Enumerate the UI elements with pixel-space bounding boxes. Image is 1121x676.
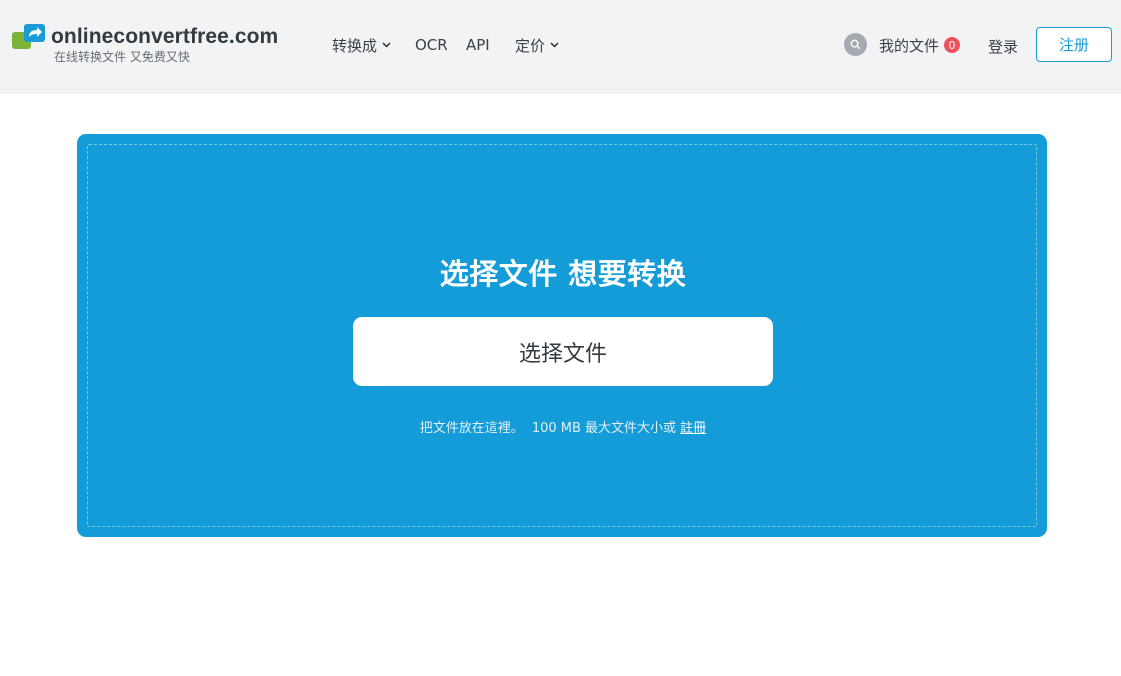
search-button[interactable]: [844, 33, 867, 56]
logo-convert-arrows-icon: [12, 24, 45, 49]
nav-convert-to[interactable]: 转换成: [332, 34, 391, 56]
nav-pricing-label: 定价: [515, 36, 546, 55]
my-files-label: 我的文件: [879, 36, 940, 55]
my-files-link[interactable]: 我的文件 0: [879, 34, 961, 56]
site-logo[interactable]: onlineconvertfree.com 在线转换文件 又免费又快: [12, 24, 302, 68]
my-files-count-badge: 0: [944, 37, 961, 53]
nav-pricing[interactable]: 定价: [515, 34, 559, 56]
file-drop-zone[interactable]: 选择文件 想要转换 选择文件 把文件放在這裡。 100 MB 最大文件大小或 註冊: [77, 134, 1047, 537]
login-link[interactable]: 登录: [988, 35, 1018, 57]
nav-convert-to-label: 转换成: [332, 36, 378, 55]
register-button[interactable]: 注册: [1036, 27, 1112, 62]
hint-drop-text: 把文件放在這裡。: [419, 421, 524, 436]
chevron-down-icon: [382, 42, 391, 48]
search-icon: [850, 39, 861, 50]
hint-register-link[interactable]: 註冊: [680, 421, 706, 436]
nav-api-label: API: [466, 36, 490, 54]
chevron-down-icon: [550, 42, 559, 48]
choose-file-button[interactable]: 选择文件: [353, 317, 773, 386]
site-header: onlineconvertfree.com 在线转换文件 又免费又快 转换成 O…: [0, 0, 1121, 94]
upload-hint: 把文件放在這裡。 100 MB 最大文件大小或 註冊: [88, 417, 1038, 436]
logo-name: onlineconvertfree.com: [51, 25, 279, 48]
nav-api[interactable]: API: [466, 34, 490, 56]
logo-tagline: 在线转换文件 又免费又快: [54, 50, 190, 64]
drop-zone-dashed-border: 选择文件 想要转换 选择文件 把文件放在這裡。 100 MB 最大文件大小或 註冊: [87, 144, 1037, 527]
hint-limit-text: 100 MB 最大文件大小或: [531, 421, 677, 436]
nav-ocr-label: OCR: [415, 36, 448, 54]
upload-title: 选择文件 想要转换: [439, 257, 687, 291]
nav-ocr[interactable]: OCR: [415, 34, 448, 56]
